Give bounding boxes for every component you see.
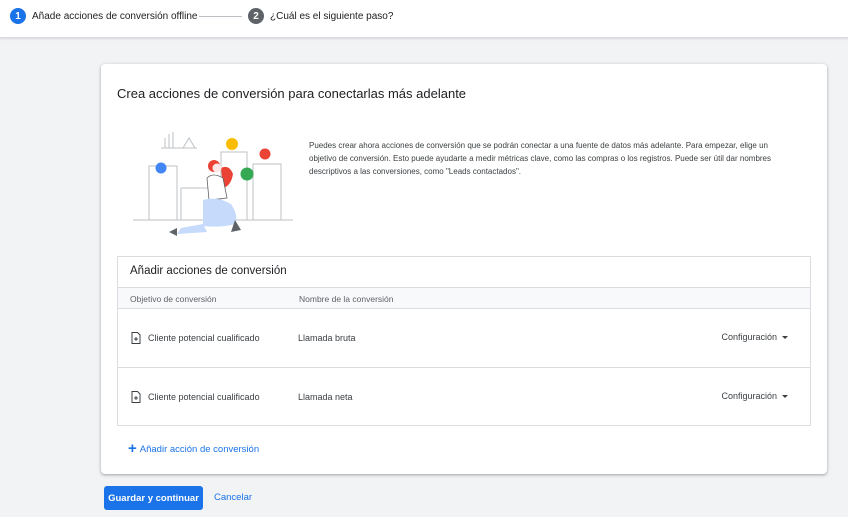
step-1-label: Añade acciones de conversión offline [32,10,198,22]
card-title: Crea acciones de conversión para conecta… [117,86,467,101]
document-add-icon [131,332,141,344]
conversion-actions-table: Añadir acciones de conversión Objetivo d… [117,256,811,426]
add-conversion-action-button[interactable]: + Añadir acción de conversión [128,440,260,457]
configuration-label: Configuración [721,332,777,342]
conversion-card: Crea acciones de conversión para conecta… [101,64,827,474]
row-conversion-name[interactable]: Llamada neta [298,392,353,402]
step-2: 2 ¿Cuál es el siguiente paso? [248,8,393,24]
table-header: Objetivo de conversión Nombre de la conv… [118,287,810,309]
cancel-button[interactable]: Cancelar [214,492,252,503]
plus-icon: + [128,440,137,457]
step-2-label: ¿Cuál es el siguiente paso? [270,10,394,22]
document-add-icon [131,391,141,403]
configuration-dropdown[interactable]: Configuración [721,332,788,342]
step-1-number: 1 [10,8,26,24]
add-conversion-action-label: Añadir acción de conversión [139,443,260,455]
header-objective: Objetivo de conversión [130,294,217,304]
row-conversion-name[interactable]: Llamada bruta [298,333,356,343]
caret-down-icon [782,335,788,339]
step-1: 1 Añade acciones de conversión offline [10,8,197,24]
header-name: Nombre de la conversión [299,294,394,304]
step-2-number: 2 [248,8,264,24]
conversion-illustration [133,132,293,236]
configuration-label: Configuración [721,391,777,401]
table-title: Añadir acciones de conversión [130,265,287,277]
stepper: 1 Añade acciones de conversión offline 2… [0,0,848,38]
step-connector [199,16,242,17]
configuration-dropdown[interactable]: Configuración [721,391,788,401]
intro-text: Puedes crear ahora acciones de conversió… [309,141,771,176]
table-row: Cliente potencial cualificado Llamada ne… [118,367,810,425]
save-and-continue-button[interactable]: Guardar y continuar [104,486,203,510]
row-objective[interactable]: Cliente potencial cualificado [148,333,260,343]
table-row: Cliente potencial cualificado Llamada br… [118,309,810,367]
row-objective[interactable]: Cliente potencial cualificado [148,392,260,402]
caret-down-icon [782,394,788,398]
